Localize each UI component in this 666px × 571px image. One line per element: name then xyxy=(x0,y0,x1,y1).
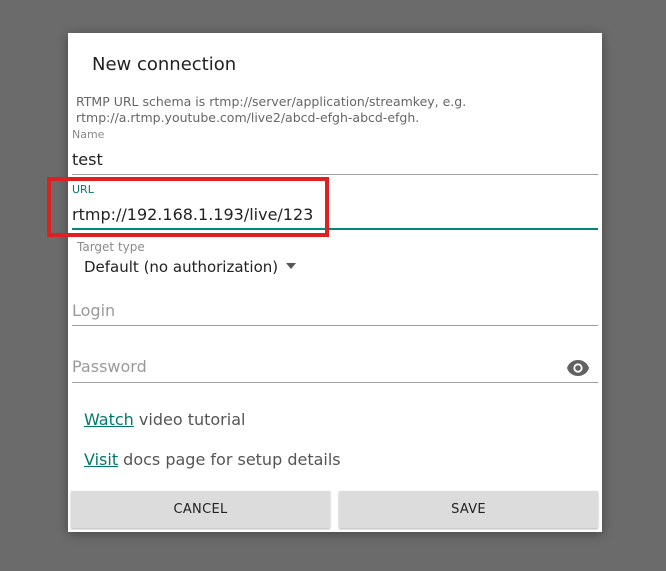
save-button[interactable]: SAVE xyxy=(339,491,598,528)
eye-icon[interactable] xyxy=(566,359,590,377)
rtmp-hint-text: RTMP URL schema is rtmp://server/applica… xyxy=(76,94,467,125)
watch-tutorial-line: Watch video tutorial xyxy=(84,410,245,429)
visit-docs-line: Visit docs page for setup details xyxy=(84,450,341,469)
password-field-placeholder[interactable]: Password xyxy=(72,357,147,376)
login-field-underline xyxy=(72,325,598,326)
target-type-label: Target type xyxy=(77,240,145,254)
login-field-placeholder[interactable]: Login xyxy=(72,301,115,320)
visit-link[interactable]: Visit xyxy=(84,450,118,469)
new-connection-dialog: New connection RTMP URL schema is rtmp:/… xyxy=(47,33,602,532)
target-type-value[interactable]: Default (no authorization) xyxy=(84,258,278,276)
watch-link-rest: video tutorial xyxy=(133,410,246,429)
cancel-button[interactable]: CANCEL xyxy=(71,491,330,528)
name-field-underline xyxy=(72,174,598,175)
name-field-value[interactable]: test xyxy=(72,150,103,169)
url-highlight-box xyxy=(47,177,329,237)
visit-link-rest: docs page for setup details xyxy=(118,450,341,469)
watch-link[interactable]: Watch xyxy=(84,410,134,429)
name-field-label: Name xyxy=(72,128,105,141)
password-field-underline xyxy=(72,382,598,383)
dialog-title: New connection xyxy=(92,54,237,75)
dropdown-arrow-icon[interactable] xyxy=(286,263,296,269)
